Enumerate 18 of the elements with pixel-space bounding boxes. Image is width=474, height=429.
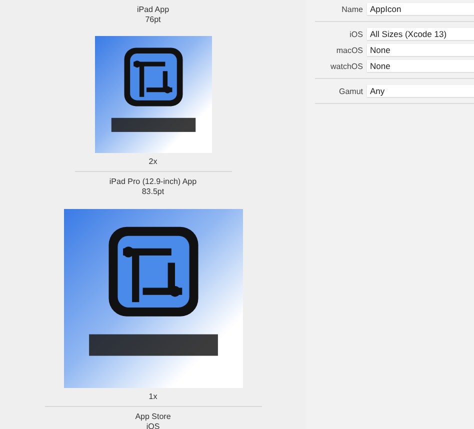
slot-size: 83.5pt (142, 187, 164, 197)
gamut-dropdown[interactable]: Any (367, 85, 474, 97)
platform-dropdown[interactable]: None (367, 44, 474, 56)
platform-label: macOS (335, 46, 364, 54)
platform-label: watchOS (330, 62, 364, 70)
platform-dropdown[interactable]: All Sizes (Xcode 13) (367, 28, 474, 40)
slot-size: iOS (146, 422, 160, 429)
scale-label: 2x (148, 157, 158, 167)
platform-label: iOS (348, 30, 364, 38)
slot-title: App Store (135, 412, 171, 422)
slot-title: iPad App (136, 5, 170, 15)
slot-size: 76pt (145, 15, 161, 25)
name-label: Name (340, 4, 364, 14)
name-field[interactable]: AppIcon (367, 3, 474, 15)
slot-title: iPad Pro (12.9-inch) App (109, 177, 197, 187)
gamut-label: Gamut (338, 86, 364, 96)
platform-dropdown[interactable]: None (367, 60, 474, 72)
scale-label: 1x (148, 392, 158, 402)
